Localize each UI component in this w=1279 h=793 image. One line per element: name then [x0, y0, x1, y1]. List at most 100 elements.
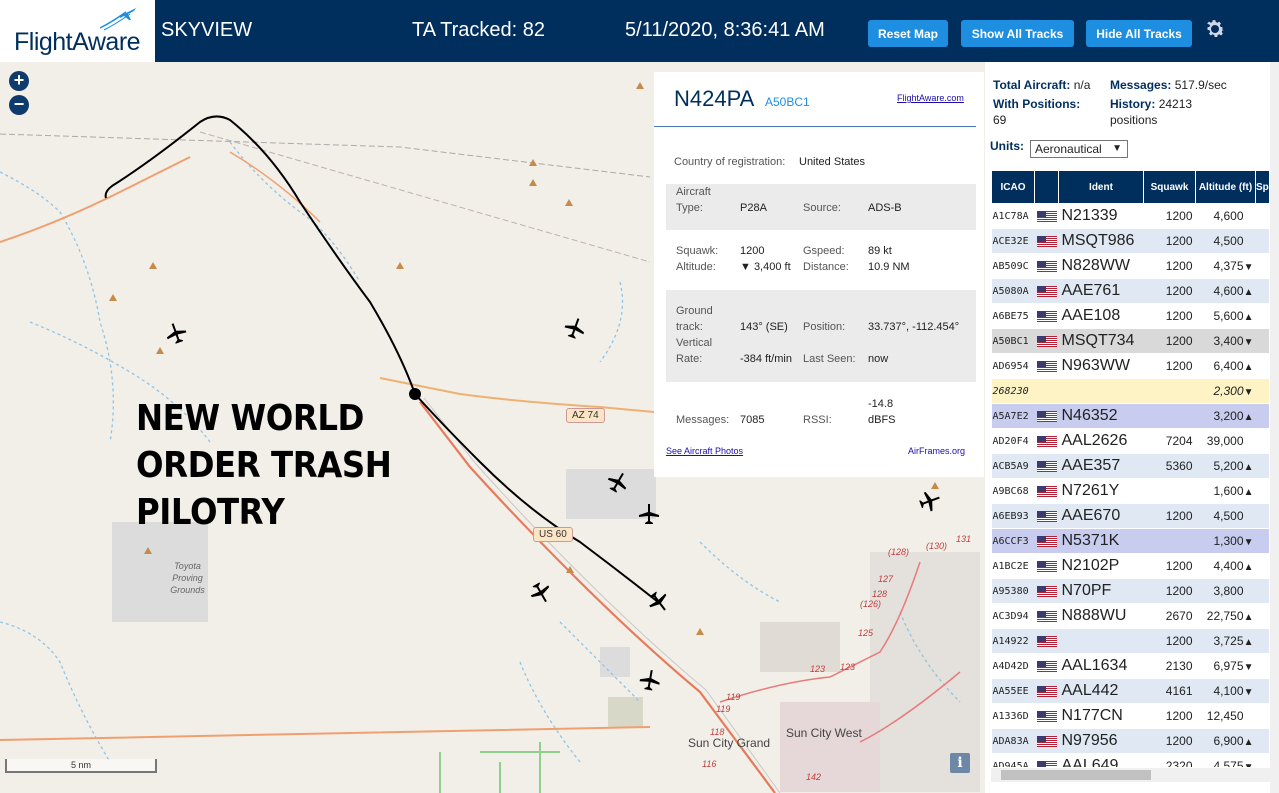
table-row[interactable]: A9BC68 N7261Y 1,600▲: [991, 478, 1270, 504]
residential-area: [780, 702, 880, 792]
cell-squawk: 7204: [1143, 428, 1196, 454]
cell-altitude: 1,300▼: [1195, 528, 1256, 554]
zoom-in-button[interactable]: +: [9, 71, 29, 91]
cell-speed: [1255, 728, 1270, 754]
show-all-tracks-button[interactable]: Show All Tracks: [961, 20, 1074, 47]
flightaware-logo[interactable]: FlightAware: [0, 0, 155, 62]
cell-icao: A5080A: [991, 278, 1035, 304]
table-row[interactable]: A95380 N70PF 1200 3,800: [991, 578, 1270, 604]
aircraft-photos-link[interactable]: See Aircraft Photos: [666, 446, 743, 456]
us-flag-icon: [1036, 711, 1057, 723]
selected-callsign: N424PA: [674, 86, 755, 111]
place-label-line: Grounds: [170, 585, 205, 595]
table-row[interactable]: AD945AAAL64923204,575▼: [991, 753, 1270, 767]
table-row[interactable]: A4D42D AAL1634 2130 6,975▼: [991, 653, 1270, 679]
reset-map-button[interactable]: Reset Map: [868, 20, 948, 47]
table-row[interactable]: AD6954 N963WW 1200 6,400▲: [991, 353, 1270, 379]
table-row[interactable]: A1C78A N21339 1200 4,600: [991, 203, 1270, 229]
hide-all-tracks-button[interactable]: Hide All Tracks: [1086, 20, 1192, 47]
stat-label: Messages:: [1110, 78, 1172, 92]
cell-flag: [1034, 253, 1059, 279]
table-row[interactable]: 268230 2,300▼: [991, 378, 1270, 404]
table-row[interactable]: AD20F4 AAL2626 7204 39,000: [991, 428, 1270, 454]
country-row: Country of registration: United States: [666, 152, 976, 174]
cell-speed: [1255, 403, 1270, 429]
cell-altitude: 3,800: [1195, 578, 1256, 604]
flightaware-link[interactable]: FlightAware.com: [897, 93, 964, 103]
cell-ident: N21339: [1058, 203, 1144, 229]
squawk-label: Squawk:: [676, 245, 719, 257]
altitude-trend-icon: ▼: [1244, 762, 1254, 767]
table-row[interactable]: ACE32E MSQT986 1200 4,500: [991, 228, 1270, 254]
cell-flag: [1034, 728, 1059, 754]
us-flag-icon: [1036, 261, 1057, 273]
table-row[interactable]: ADA83A N97956 1200 6,900▲: [991, 728, 1270, 754]
table-row[interactable]: ACB5A9 AAE357 5360 5,200▲: [991, 453, 1270, 479]
cell-ident: N7261Y: [1058, 478, 1144, 504]
column-header-ident[interactable]: Ident: [1058, 170, 1144, 204]
altitude-trend-icon: ▲: [1243, 487, 1254, 498]
airframes-link[interactable]: AirFrames.org: [908, 446, 965, 456]
us-flag-icon: [1036, 361, 1057, 373]
column-header-squawk[interactable]: Squawk: [1143, 170, 1196, 204]
table-row[interactable]: AB509C N828WW 1200 4,375▼: [991, 253, 1270, 279]
us-flag-icon: [1036, 636, 1057, 648]
cell-altitude: 5,600▲: [1195, 303, 1256, 329]
cell-speed: [1255, 378, 1270, 404]
table-row[interactable]: A1BC2E N2102P 1200 4,400▲: [991, 553, 1270, 579]
position-label: Position:: [803, 321, 846, 333]
cell-squawk: [1143, 378, 1196, 404]
info-button[interactable]: i: [950, 753, 970, 773]
cell-altitude: 4,375▼: [1195, 253, 1256, 279]
overlay-line: ORDER TRASH: [136, 445, 392, 486]
zoom-out-button[interactable]: −: [9, 95, 29, 115]
horizontal-scrollbar[interactable]: [991, 768, 1270, 782]
table-row[interactable]: A6CCF3 N5371K 1,300▼: [991, 528, 1270, 554]
us-flag-icon: [1036, 461, 1057, 473]
table-row[interactable]: A50BC1 MSQT734 1200 3,400▼: [991, 328, 1270, 354]
cell-altitude: 4,600▲: [1195, 278, 1256, 304]
cell-icao: AD6954: [991, 353, 1035, 379]
table-row[interactable]: A6BE75 AAE108 1200 5,600▲: [991, 303, 1270, 329]
vertical-rate-label: Vertical Rate:: [676, 337, 713, 365]
altitude-trend-icon: ▲: [1243, 362, 1254, 373]
altitude-value: 3,800: [1213, 584, 1244, 598]
table-row[interactable]: A14922 1200 3,725▲: [991, 628, 1270, 654]
cell-altitude: 39,000: [1195, 428, 1256, 454]
scrollbar-thumb[interactable]: [1001, 770, 1151, 780]
last-seen-value: now: [868, 353, 889, 365]
column-header-speed[interactable]: Sp: [1255, 170, 1270, 204]
units-select[interactable]: Aeronautical ▼: [1030, 140, 1128, 158]
table-row[interactable]: A5080A AAE761 1200 4,600▲: [991, 278, 1270, 304]
cell-ident: N46352: [1058, 403, 1144, 429]
cell-altitude: 4,600: [1195, 203, 1256, 229]
cell-flag: [1034, 303, 1059, 329]
us-flag-icon: [1036, 586, 1057, 598]
last-seen-label: Last Seen:: [803, 353, 856, 365]
road-number: 123: [840, 662, 855, 672]
altitude-value: 4,600: [1213, 209, 1244, 223]
road-shield-az74: AZ 74: [566, 408, 605, 423]
column-header-flag[interactable]: [1034, 170, 1059, 204]
vertical-scrollbar[interactable]: [1270, 62, 1279, 793]
cell-speed: [1255, 478, 1270, 504]
us-flag-icon: [1036, 286, 1057, 298]
road-number: 127: [878, 574, 894, 584]
altitude-trend-icon: ▲: [1243, 737, 1254, 748]
table-row[interactable]: AC3D94 N888WU 2670 22,750▲: [991, 603, 1270, 629]
altitude-value: 1,300: [1213, 534, 1244, 548]
us-flag-icon: [1036, 411, 1057, 423]
table-row[interactable]: A5A7E2 N46352 3,200▲: [991, 403, 1270, 429]
us-flag-icon: [1036, 311, 1057, 323]
table-row[interactable]: A6EB93 AAE670 1200 4,500: [991, 503, 1270, 529]
column-header-altitude[interactable]: Altitude (ft): [1195, 170, 1256, 204]
altitude-trend-icon: ▼: [1243, 687, 1254, 698]
column-header-icao[interactable]: ICAO: [991, 170, 1035, 204]
distance-value: 10.9 NM: [868, 261, 910, 273]
aircraft-table-container[interactable]: ICAO Ident Squawk Altitude (ft) Sp A1C78…: [991, 170, 1270, 767]
urban-area: [760, 622, 840, 672]
table-row[interactable]: A1336D N177CN 1200 12,450: [991, 703, 1270, 729]
gear-icon[interactable]: [1203, 17, 1227, 41]
positions-stat: With Positions: 69: [993, 96, 1103, 128]
table-row[interactable]: AA55EE AAL442 4161 4,100▼: [991, 678, 1270, 704]
